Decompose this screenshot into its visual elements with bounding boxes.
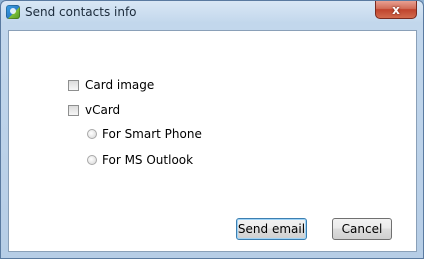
close-button[interactable]: x: [375, 1, 417, 19]
vcard-label: vCard: [85, 103, 121, 117]
card-image-label: Card image: [85, 78, 155, 92]
window-title: Send contacts info: [25, 5, 137, 19]
close-icon: x: [392, 2, 400, 17]
smart-phone-label: For Smart Phone: [102, 127, 202, 141]
card-image-checkbox[interactable]: [68, 79, 79, 91]
title-bar[interactable]: Send contacts info x: [1, 1, 423, 23]
ms-outlook-option[interactable]: For MS Outlook: [87, 153, 193, 167]
smart-phone-radio[interactable]: [87, 129, 97, 139]
dialog-window: Send contacts info x Card image vCard Fo…: [0, 0, 424, 259]
smart-phone-option[interactable]: For Smart Phone: [87, 127, 202, 141]
ms-outlook-label: For MS Outlook: [102, 153, 194, 167]
vcard-checkbox[interactable]: [68, 104, 79, 116]
dialog-content: Card image vCard For Smart Phone For MS …: [8, 30, 417, 252]
send-email-button[interactable]: Send email: [236, 218, 307, 240]
app-icon: [6, 5, 20, 19]
cancel-button[interactable]: Cancel: [332, 218, 392, 240]
card-image-option[interactable]: Card image: [68, 78, 154, 92]
vcard-option[interactable]: vCard: [68, 103, 120, 117]
ms-outlook-radio[interactable]: [87, 155, 97, 165]
